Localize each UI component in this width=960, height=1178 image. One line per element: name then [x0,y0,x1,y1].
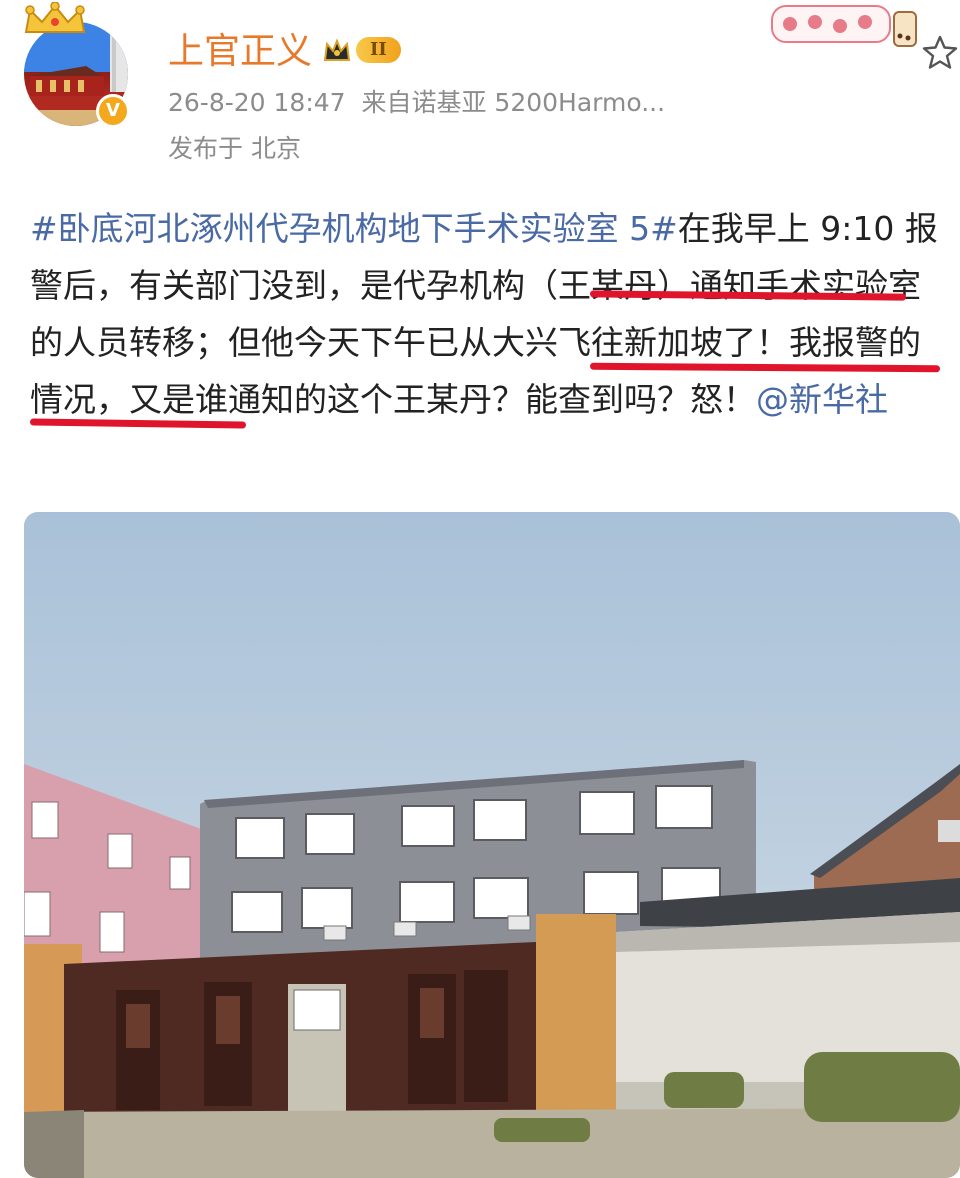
highlighted-text-2: 他今天下午已从大兴飞往新加坡了 [261,323,756,362]
crown-icon [323,38,351,61]
milk-tea-sticker [771,5,917,47]
level-badge-label: II [356,37,401,63]
post-text: #卧底河北涿州代孕机构地下手术实验室 5#在我早上 9:10 报警后，有关部门没… [30,200,940,428]
hashtag-link[interactable]: #卧底河北涿州代孕机构地下手术实验室 5# [30,209,678,248]
mention-link[interactable]: @新华社 [756,380,888,419]
post-location: 发布于 北京 [168,134,301,163]
level-badge[interactable]: II [322,34,401,66]
timestamp: 26-8-20 18:47 [168,88,346,117]
verified-badge-icon: V [96,94,130,128]
username[interactable]: 上官正义 [168,30,312,74]
crown-icon [24,2,86,33]
star-outline-icon[interactable] [922,34,958,70]
post-source: 来自诺基亚 5200Harmo... [361,88,666,117]
post-header: V 上官正义 II 26-8-20 18:47 来自诺基亚 5200Harmo.… [0,0,960,190]
post-meta: 26-8-20 18:47 来自诺基亚 5200Harmo... [168,86,665,120]
highlighted-text-1: 代孕机构（王某丹） [393,266,690,305]
post-photo[interactable] [24,512,960,1178]
